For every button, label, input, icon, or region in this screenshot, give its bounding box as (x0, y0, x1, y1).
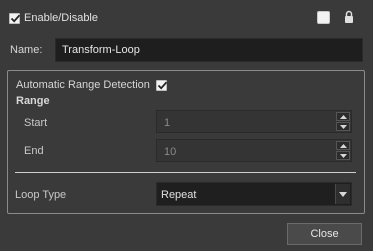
lock-icon[interactable] (344, 10, 354, 24)
close-button[interactable]: Close (287, 223, 362, 245)
start-value: 1 (164, 117, 171, 129)
checkmark-icon (157, 81, 168, 90)
chevron-down-icon (339, 191, 347, 197)
enable-disable-label: Enable/Disable (24, 12, 98, 24)
arrow-down-icon (339, 153, 347, 158)
name-label: Name: (10, 44, 43, 56)
arrow-up-icon (339, 114, 347, 119)
start-increment-button[interactable] (336, 112, 350, 121)
arrow-up-icon (339, 143, 347, 148)
name-input[interactable]: Transform-Loop (55, 38, 363, 62)
arrow-down-icon (339, 124, 347, 129)
start-decrement-button[interactable] (336, 122, 350, 131)
start-spinbox[interactable]: 1 (156, 110, 352, 133)
auto-range-row[interactable]: Automatic Range Detection (16, 79, 168, 91)
white-swatch-icon[interactable] (317, 11, 330, 24)
end-decrement-button[interactable] (336, 151, 350, 160)
start-label: Start (24, 117, 48, 129)
checkmark-icon (10, 14, 21, 23)
loop-type-select[interactable]: Repeat (156, 182, 352, 206)
auto-range-checkbox[interactable] (155, 79, 168, 91)
divider (15, 172, 356, 173)
end-spinbox[interactable]: 10 (156, 139, 352, 162)
dropdown-arrow-button[interactable] (335, 184, 350, 204)
auto-range-label: Automatic Range Detection (16, 79, 150, 91)
loop-type-value: Repeat (161, 189, 197, 201)
loop-type-label: Loop Type (15, 189, 67, 201)
enable-checkbox[interactable] (9, 12, 21, 24)
end-value: 10 (164, 146, 177, 158)
end-label: End (24, 145, 44, 157)
range-heading: Range (16, 95, 50, 107)
end-increment-button[interactable] (336, 141, 350, 150)
enable-disable-row[interactable]: Enable/Disable (9, 12, 98, 24)
